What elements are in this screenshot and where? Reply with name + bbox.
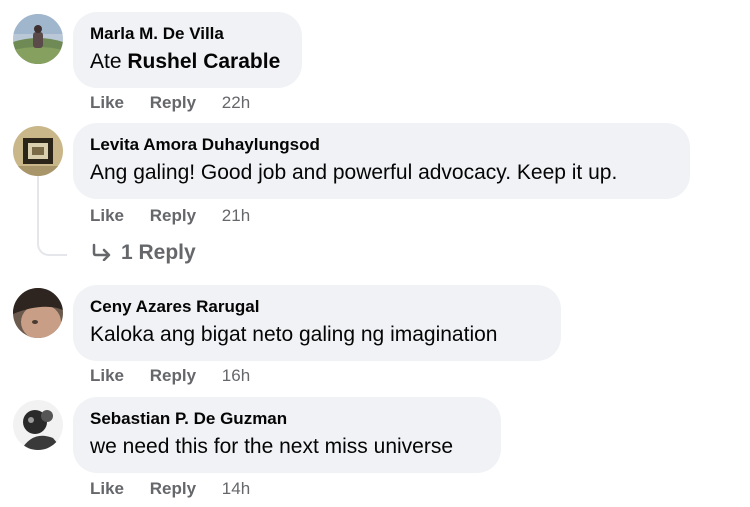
mention-link[interactable]: Rushel Carable [127,50,280,73]
comment-timestamp[interactable]: 22h [222,93,250,112]
comment-author[interactable]: Ceny Azares Rarugal [90,297,544,317]
comment-actions: Like Reply 21h [90,206,250,226]
comment-author[interactable]: Sebastian P. De Guzman [90,409,484,429]
avatar[interactable] [13,288,63,338]
avatar[interactable] [13,400,63,450]
avatar[interactable] [13,126,63,176]
comment-text: Ang galing! Good job and powerful advoca… [90,161,618,184]
comment-text: Kaloka ang bigat neto galing ng imaginat… [90,323,498,346]
reply-arrow-icon [91,243,113,262]
comment-bubble: Levita Amora Duhaylungsod Ang galing! Go… [73,123,690,199]
comment-actions: Like Reply 16h [90,366,250,386]
comment-timestamp[interactable]: 16h [222,366,250,385]
reply-button[interactable]: Reply [150,366,196,385]
view-replies-label[interactable]: 1 Reply [121,241,196,264]
comment-bubble: Sebastian P. De Guzman we need this for … [73,397,501,473]
like-button[interactable]: Like [90,366,124,385]
comment-text-prefix: Ate [90,50,128,73]
comment-actions: Like Reply 22h [90,93,250,113]
reply-button[interactable]: Reply [150,93,196,112]
reply-button[interactable]: Reply [150,479,196,498]
comment-text: Ate Rushel Carable [90,48,285,75]
like-button[interactable]: Like [90,93,124,112]
avatar[interactable] [13,14,63,64]
comment-author[interactable]: Levita Amora Duhaylungsod [90,135,673,155]
view-replies-link[interactable]: 1 Reply [91,241,196,265]
comment-timestamp[interactable]: 21h [222,206,250,225]
thread-line [37,176,67,256]
comment-bubble: Marla M. De Villa Ate Rushel Carable [73,12,302,88]
comment-bubble: Ceny Azares Rarugal Kaloka ang bigat net… [73,285,561,361]
like-button[interactable]: Like [90,206,124,225]
comment-author[interactable]: Marla M. De Villa [90,24,285,44]
reply-button[interactable]: Reply [150,206,196,225]
comment-text: we need this for the next miss universe [90,435,454,458]
like-button[interactable]: Like [90,479,124,498]
comment-timestamp[interactable]: 14h [222,479,250,498]
comment-actions: Like Reply 14h [90,479,250,499]
